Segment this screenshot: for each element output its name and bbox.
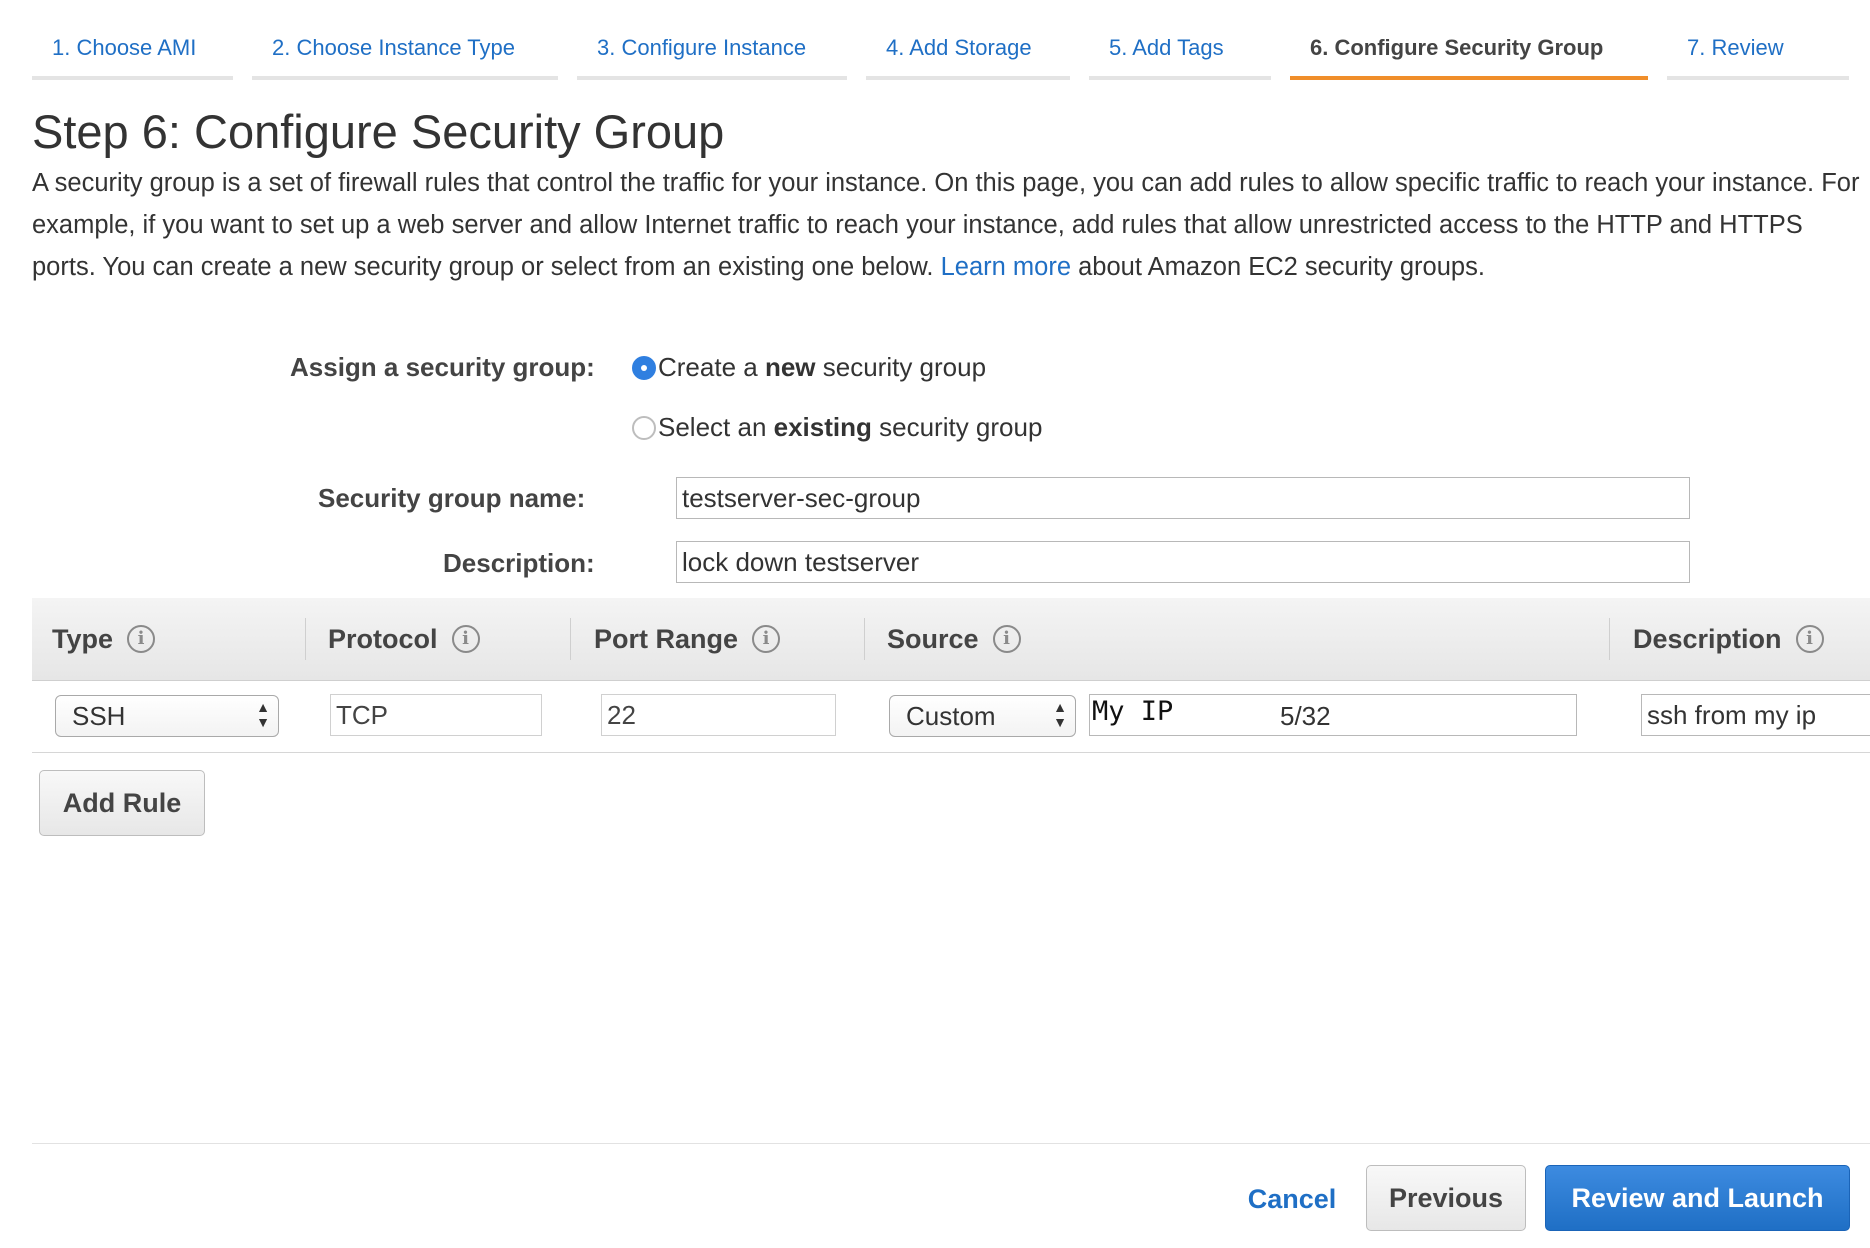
source-cidr-input[interactable]: My IP 5/32	[1089, 694, 1577, 736]
option-select-existing-suffix: security group	[871, 412, 1043, 442]
previous-button[interactable]: Previous	[1366, 1165, 1526, 1231]
learn-more-link[interactable]: Learn more	[941, 253, 1071, 281]
port-range-input	[601, 694, 836, 736]
source-select-value: Custom	[906, 701, 996, 731]
option-create-new-bold: new	[764, 352, 816, 382]
select-arrows-icon: ▲ ▼	[256, 699, 270, 730]
tab-add-storage[interactable]: 4. Add Storage	[866, 26, 1070, 80]
tab-add-tags[interactable]: 5. Add Tags	[1089, 26, 1271, 80]
type-select-value: SSH	[72, 701, 126, 731]
description-label: Description:	[443, 548, 595, 578]
info-icon[interactable]: i	[992, 625, 1021, 653]
tab-configure-instance[interactable]: 3. Configure Instance	[577, 26, 847, 80]
tab-choose-ami[interactable]: 1. Choose AMI	[32, 26, 233, 80]
header-port-range: Port Range i	[594, 598, 781, 680]
option-create-new-suffix: security group	[815, 352, 987, 382]
header-type-label: Type	[52, 623, 114, 654]
source-overlay-label: My IP	[1092, 696, 1174, 727]
header-port-range-label: Port Range	[594, 623, 739, 654]
protocol-input	[330, 694, 542, 736]
tab-choose-instance-type[interactable]: 2. Choose Instance Type	[252, 26, 558, 80]
security-group-name-input[interactable]	[676, 477, 1690, 519]
assign-security-group-label: Assign a security group:	[290, 352, 595, 382]
select-arrows-icon: ▲ ▼	[1053, 699, 1067, 730]
header-protocol: Protocol i	[328, 598, 480, 680]
tab-configure-security-group[interactable]: 6. Configure Security Group	[1290, 26, 1648, 80]
security-group-name-label: Security group name:	[318, 483, 586, 513]
info-icon[interactable]: i	[1795, 625, 1824, 653]
add-rule-button[interactable]: Add Rule	[39, 770, 205, 836]
description-input[interactable]	[676, 541, 1690, 583]
wizard-tabs: 1. Choose AMI 2. Choose Instance Type 3.…	[0, 0, 1870, 80]
source-cidr-value: 5/32	[1280, 701, 1331, 731]
header-type: Type i	[52, 598, 156, 680]
page-title: Step 6: Configure Security Group	[32, 105, 725, 158]
cancel-button[interactable]: Cancel	[1232, 1170, 1352, 1228]
radio-select-existing[interactable]	[632, 415, 656, 440]
rules-table-header: Type i Protocol i Port Range i Source i …	[32, 598, 1870, 681]
option-create-new-prefix: Create a	[658, 352, 765, 382]
type-select[interactable]: SSH ▲ ▼	[55, 695, 279, 737]
header-description: Description i	[1633, 598, 1824, 680]
rule-description-input[interactable]	[1641, 694, 1870, 736]
header-source: Source i	[887, 598, 1021, 680]
table-row-divider	[32, 752, 1870, 753]
option-create-new[interactable]: Create a new security group	[632, 352, 986, 383]
header-source-label: Source	[887, 623, 979, 654]
option-select-existing-prefix: Select an	[658, 412, 774, 442]
header-protocol-label: Protocol	[328, 623, 438, 654]
info-icon[interactable]: i	[451, 625, 480, 653]
footer-divider	[32, 1143, 1870, 1144]
tab-review[interactable]: 7. Review	[1667, 26, 1849, 80]
review-and-launch-button[interactable]: Review and Launch	[1545, 1165, 1850, 1231]
option-select-existing[interactable]: Select an existing security group	[632, 412, 1042, 443]
info-icon[interactable]: i	[752, 625, 781, 653]
header-description-label: Description	[1633, 623, 1782, 654]
info-icon[interactable]: i	[127, 625, 156, 653]
source-select[interactable]: Custom ▲ ▼	[889, 695, 1076, 737]
intro-paragraph: A security group is a set of firewall ru…	[32, 162, 1862, 288]
intro-suffix: about Amazon EC2 security groups.	[1078, 253, 1485, 281]
option-select-existing-bold: existing	[773, 412, 872, 442]
radio-create-new[interactable]	[632, 355, 656, 380]
